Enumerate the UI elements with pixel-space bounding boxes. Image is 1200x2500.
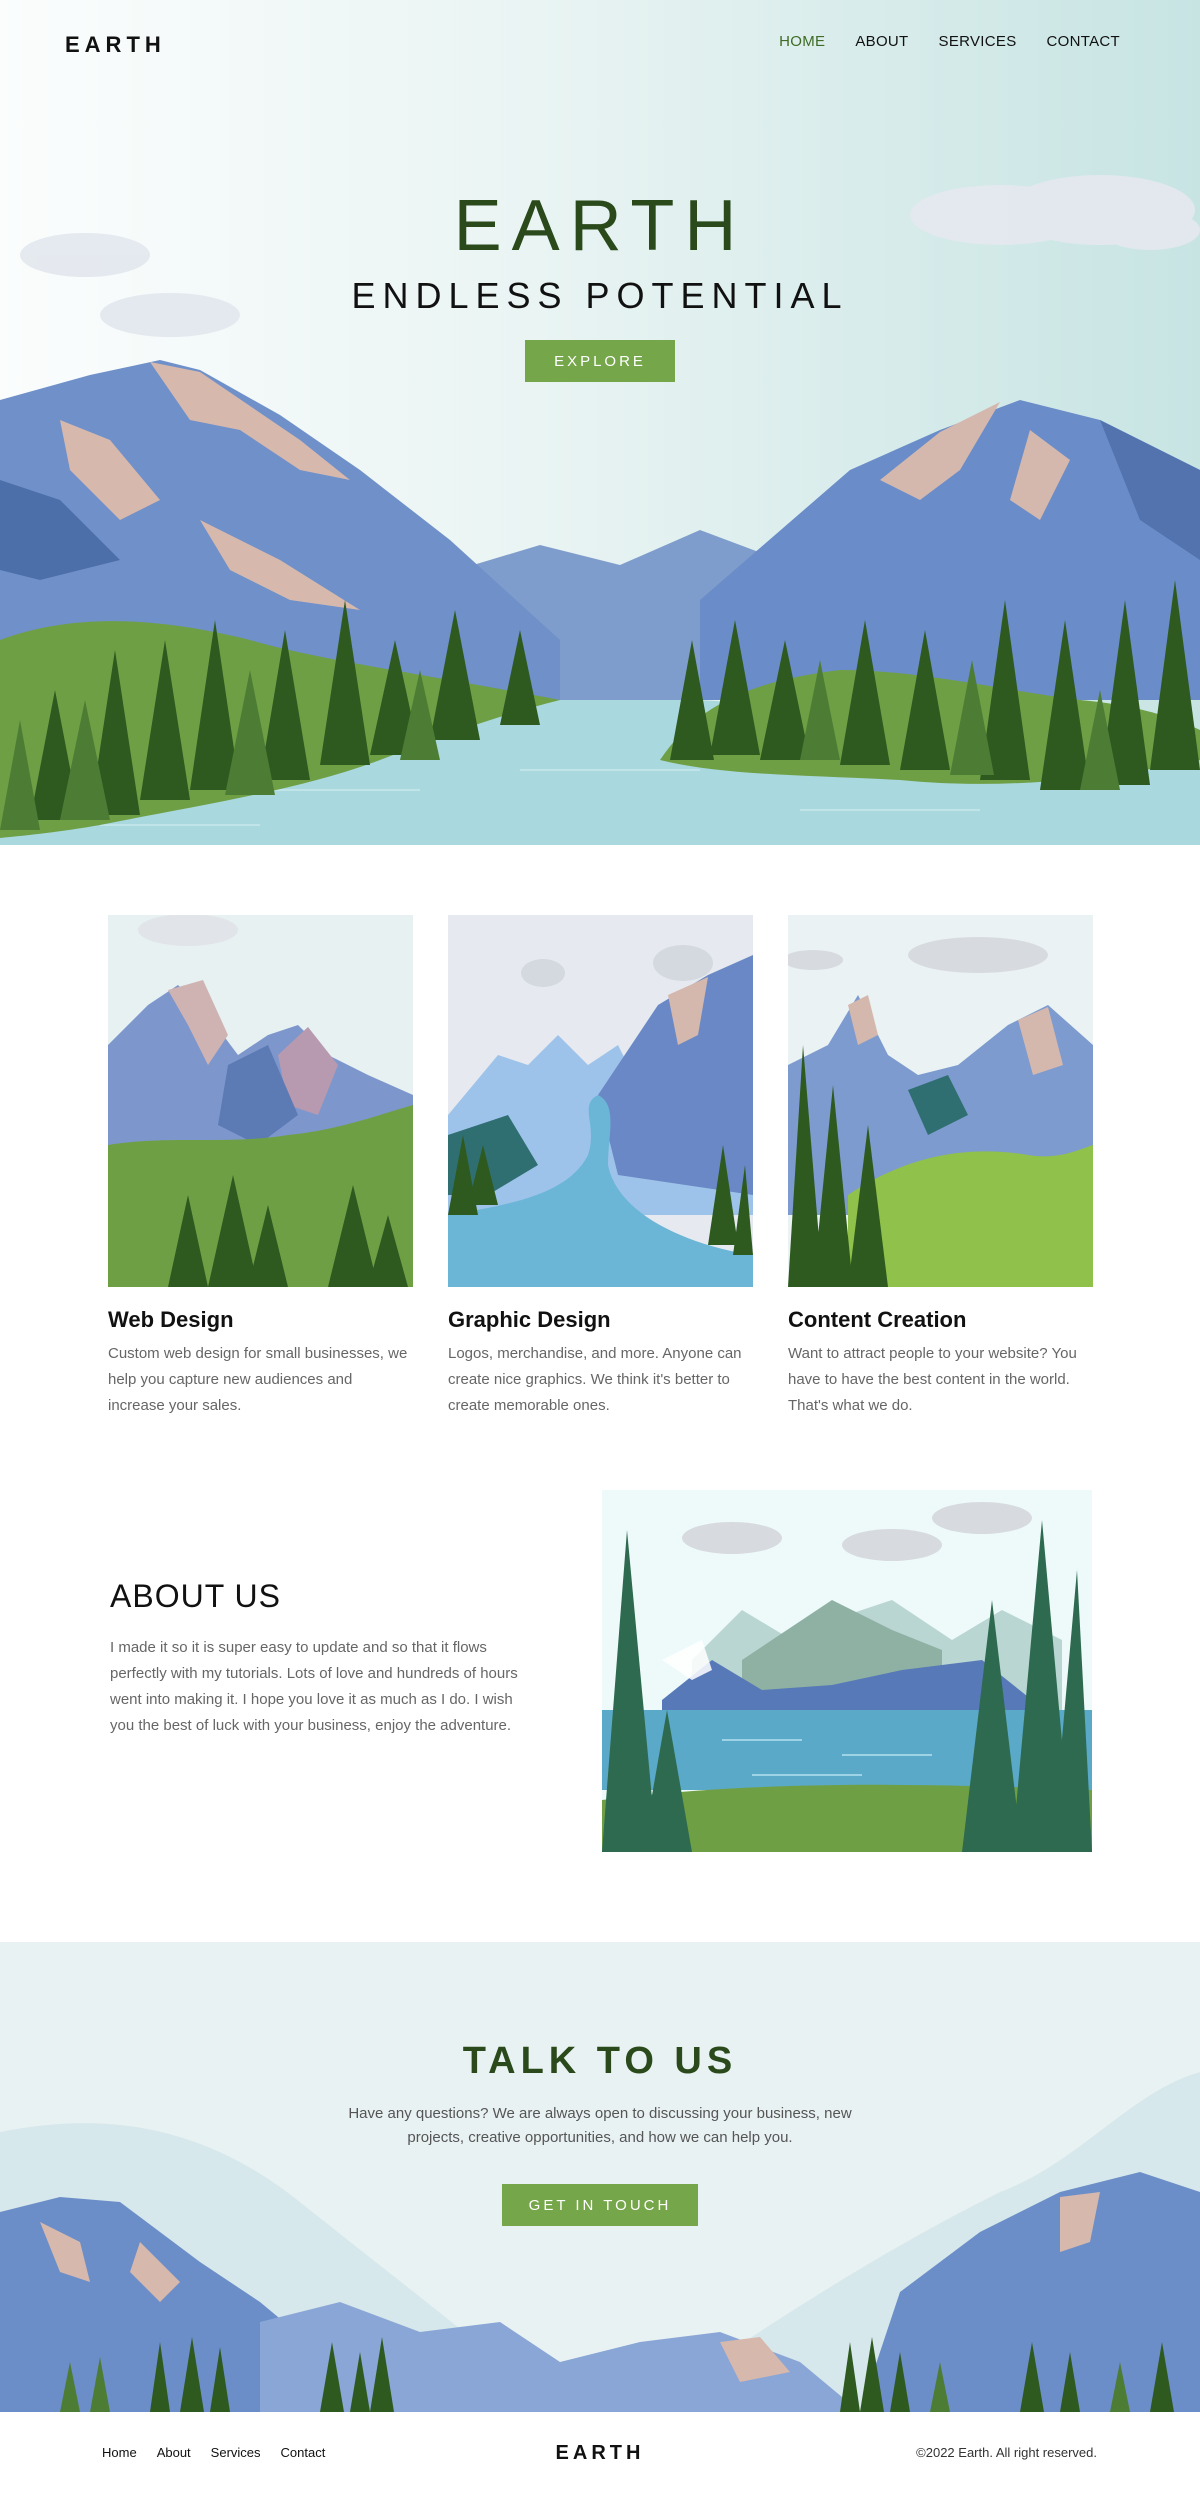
nav-services-link[interactable]: SERVICES bbox=[939, 33, 1017, 50]
service-description: Logos, merchandise, and more. Anyone can… bbox=[448, 1345, 742, 1414]
nav-contact-link[interactable]: CONTACT bbox=[1047, 33, 1120, 50]
footer-nav: Home About Services Contact bbox=[102, 2445, 325, 2460]
get-in-touch-button[interactable]: GET IN TOUCH bbox=[502, 2184, 698, 2226]
service-card-web-design: Web Design Custom web design for small b… bbox=[108, 915, 413, 1419]
hero-subtitle: ENDLESS POTENTIAL bbox=[351, 275, 849, 316]
service-description: Custom web design for small businesses, … bbox=[108, 1345, 408, 1414]
copyright-text: ©2022 Earth. All right reserved. bbox=[916, 2445, 1097, 2460]
nav-about-link[interactable]: ABOUT bbox=[855, 33, 908, 50]
nav-home-link[interactable]: HOME bbox=[779, 33, 825, 50]
contact-section: TALK TO US Have any questions? We are al… bbox=[0, 1942, 1200, 2412]
hero-section: EARTH HOME ABOUT SERVICES CONTACT EARTH … bbox=[0, 0, 1200, 845]
contact-mountain-illustration bbox=[0, 2072, 1200, 2412]
web-design-illustration bbox=[108, 915, 413, 1287]
footer-contact-link[interactable]: Contact bbox=[281, 2445, 326, 2460]
about-text: I made it so it is super easy to update … bbox=[110, 1639, 518, 1734]
service-card-content-creation: Content Creation Want to attract people … bbox=[788, 915, 1093, 1419]
graphic-design-illustration bbox=[448, 915, 753, 1287]
contact-title: TALK TO US bbox=[462, 2040, 738, 2082]
contact-text: Have any questions? We are always open t… bbox=[348, 2105, 852, 2146]
hero-landscape-illustration bbox=[0, 175, 1200, 845]
main-nav: HOME ABOUT SERVICES CONTACT bbox=[779, 33, 1120, 50]
footer-about-link[interactable]: About bbox=[157, 2445, 191, 2460]
hero-title: EARTH bbox=[453, 186, 747, 266]
about-title: ABOUT US bbox=[110, 1578, 281, 1614]
service-title: Graphic Design bbox=[448, 1307, 611, 1332]
service-title: Web Design bbox=[108, 1307, 234, 1332]
service-title: Content Creation bbox=[788, 1307, 967, 1332]
footer-services-link[interactable]: Services bbox=[211, 2445, 261, 2460]
about-lake-illustration bbox=[602, 1490, 1092, 1852]
footer-home-link[interactable]: Home bbox=[102, 2445, 137, 2460]
service-card-graphic-design: Graphic Design Logos, merchandise, and m… bbox=[448, 915, 753, 1419]
service-description: Want to attract people to your website? … bbox=[788, 1345, 1077, 1414]
footer: Home About Services Contact EARTH ©2022 … bbox=[0, 2412, 1200, 2500]
content-creation-illustration bbox=[788, 915, 1093, 1287]
explore-button[interactable]: EXPLORE bbox=[525, 340, 675, 382]
site-logo[interactable]: EARTH bbox=[65, 32, 166, 58]
